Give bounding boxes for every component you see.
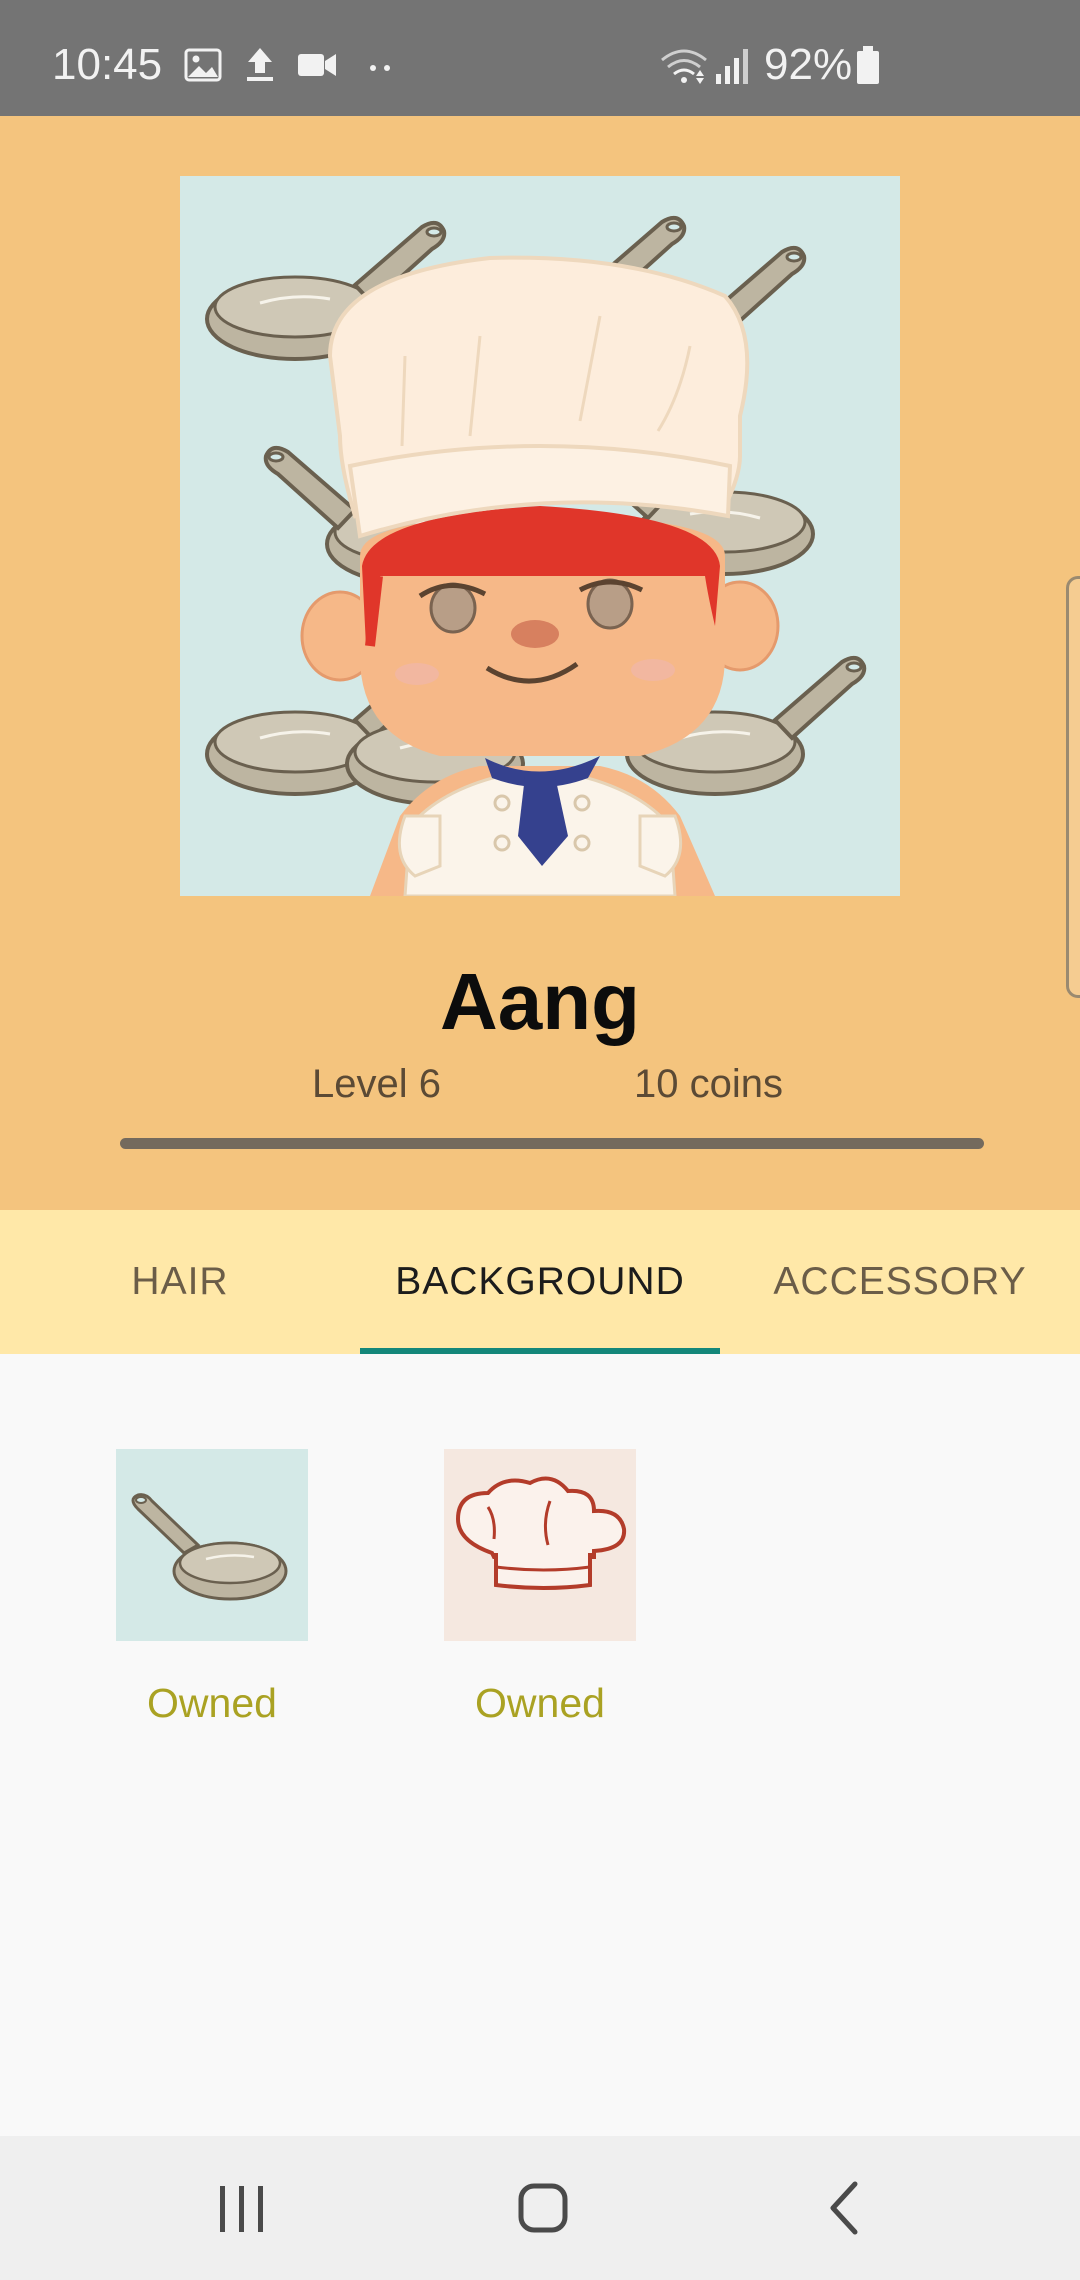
system-nav-bar: [0, 2136, 1080, 2280]
more-dots-icon: [370, 65, 390, 71]
player-coins: 10 coins: [634, 1062, 783, 1106]
category-tabs: HAIR BACKGROUND ACCESSORY: [0, 1210, 1080, 1354]
chef-avatar-image: [205, 215, 867, 896]
profile-header: Aang Level 6 10 coins: [0, 116, 1080, 1210]
item-frying-pan[interactable]: Owned: [116, 1449, 308, 1727]
frying-pan-icon: [116, 1449, 308, 1641]
wifi-icon: [661, 49, 707, 84]
tab-background[interactable]: BACKGROUND: [360, 1210, 720, 1354]
recent-apps-icon[interactable]: [196, 2172, 286, 2244]
item-chef-hat[interactable]: Owned: [444, 1449, 636, 1727]
signal-icon: [716, 49, 748, 84]
tab-accessory[interactable]: ACCESSORY: [720, 1210, 1080, 1354]
player-name: Aang: [440, 957, 640, 1046]
avatar[interactable]: [180, 176, 900, 896]
level-progress-fill: [120, 1138, 984, 1149]
chef-hat-icon: [444, 1449, 636, 1641]
tab-hair[interactable]: HAIR: [0, 1210, 360, 1354]
edge-panel-handle[interactable]: [1066, 576, 1080, 998]
battery-icon: [857, 46, 879, 84]
video-icon: [298, 54, 336, 76]
back-icon[interactable]: [800, 2172, 890, 2244]
battery-percent: 92%: [764, 40, 853, 89]
status-bar: 10:45 92%: [0, 0, 1080, 116]
level-progress-bar: [120, 1138, 984, 1149]
image-icon: [184, 48, 222, 82]
upload-icon: [247, 48, 273, 81]
item-status: Owned: [475, 1680, 605, 1726]
item-status: Owned: [147, 1680, 277, 1726]
player-level: Level 6: [312, 1062, 441, 1106]
status-time: 10:45: [52, 40, 163, 89]
home-icon[interactable]: [498, 2172, 588, 2244]
item-grid: Owned Owned: [0, 1354, 1080, 2136]
